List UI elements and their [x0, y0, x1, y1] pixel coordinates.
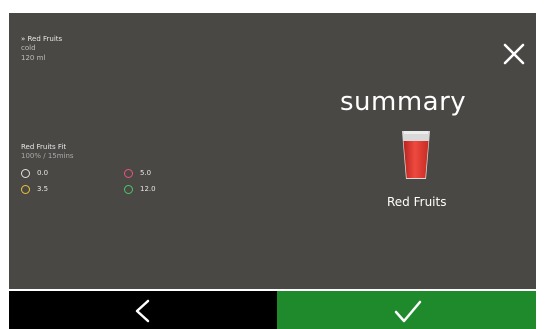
- circle-icon: [124, 168, 133, 178]
- order-details: » Red Fruits cold 120 ml Red Fruits Fit …: [21, 35, 201, 194]
- param-value: 5.0: [140, 169, 152, 177]
- circle-icon: [124, 184, 133, 194]
- param-value: 12.0: [140, 185, 156, 193]
- main-screen: » Red Fruits cold 120 ml Red Fruits Fit …: [9, 13, 536, 289]
- recipe-ratio: 100% / 15mins: [21, 152, 74, 160]
- circle-icon: [21, 168, 30, 178]
- recipe-name: Red Fruits Fit: [21, 143, 67, 151]
- back-button[interactable]: [9, 291, 277, 329]
- param-item: 5.0: [124, 166, 151, 180]
- param-value: 3.5: [37, 185, 49, 193]
- drink-temperature: cold: [21, 44, 36, 52]
- cup-icon: [400, 129, 432, 181]
- param-value: 0.0: [37, 169, 49, 177]
- page-title: summary: [340, 87, 467, 117]
- recipe-block: Red Fruits Fit 100% / 15mins 0.0 5.0 3.5: [21, 143, 201, 204]
- close-button[interactable]: [501, 41, 527, 67]
- footer-bar: [9, 291, 536, 329]
- checkmark-icon: [394, 300, 422, 323]
- circle-icon: [21, 184, 30, 194]
- drink-volume: 120 ml: [21, 54, 46, 62]
- param-item: 12.0: [124, 182, 156, 196]
- drink-name: » Red Fruits: [21, 35, 63, 43]
- close-icon: [503, 43, 525, 65]
- param-item: 0.0: [21, 166, 48, 180]
- recipe-params: 0.0 5.0 3.5 12.0: [21, 164, 201, 204]
- chevron-left-icon: [135, 299, 150, 323]
- product-name: Red Fruits: [387, 195, 447, 209]
- param-item: 3.5: [21, 182, 48, 196]
- confirm-button[interactable]: [277, 291, 536, 329]
